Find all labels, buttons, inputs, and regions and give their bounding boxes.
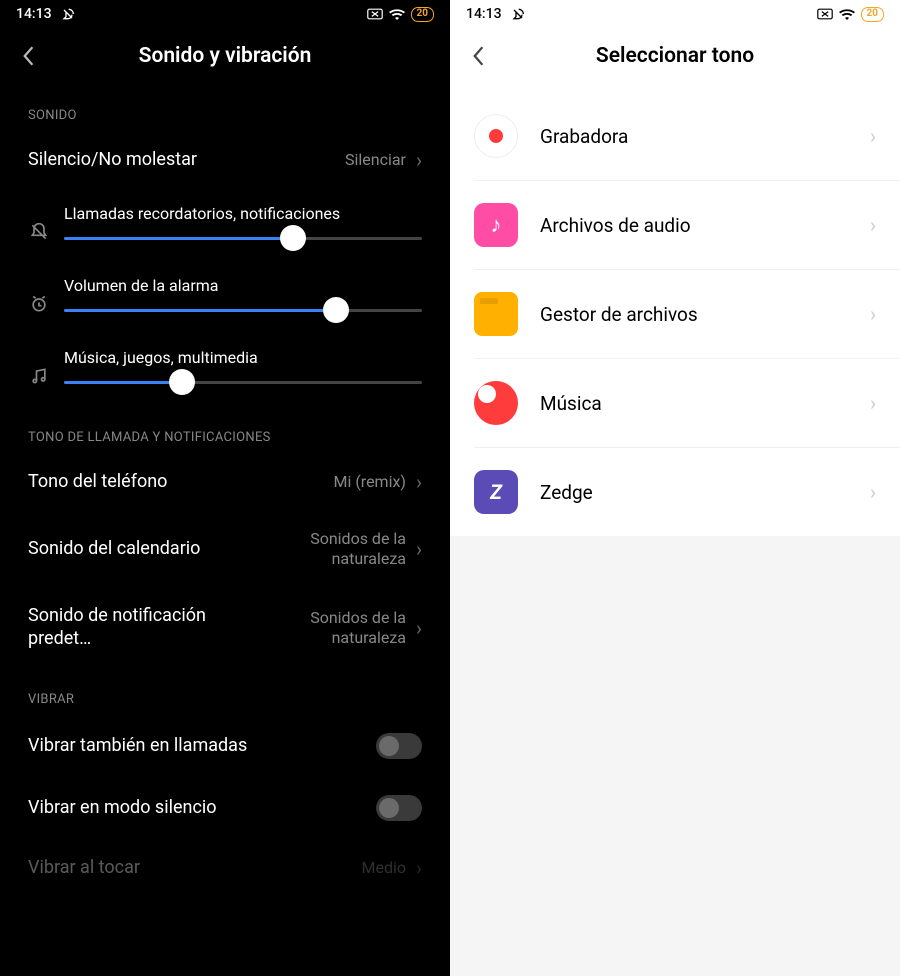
battery-indicator: 20	[861, 7, 884, 22]
chevron-right-icon: ›	[870, 304, 876, 324]
page-title: Seleccionar tono	[450, 44, 900, 68]
page-title: Sonido y vibración	[0, 44, 450, 68]
calendar-sound-label: Sonido del calendario	[28, 538, 200, 561]
vibrate-touch-value: Medio	[361, 858, 406, 878]
ringtone-value: Mi (remix)	[333, 472, 406, 492]
tone-item-label: Música	[540, 392, 848, 415]
vibrate-calls-row[interactable]: Vibrar también en llamadas	[0, 715, 450, 777]
vibrate-calls-label: Vibrar también en llamadas	[28, 735, 247, 758]
slider-media-track[interactable]	[64, 381, 422, 384]
section-ringtone: TONO DE LLAMADA Y NOTIFICACIONES	[0, 406, 450, 453]
alarm-icon	[28, 294, 50, 314]
notification-sound-value: Sonidos de la naturaleza	[276, 608, 406, 648]
slider-calls-label: Llamadas recordatorios, notificaciones	[64, 204, 422, 223]
chevron-right-icon: ›	[870, 215, 876, 235]
slider-thumb[interactable]	[169, 369, 195, 395]
tone-item-zedge[interactable]: Z Zedge ›	[474, 447, 900, 536]
vibrate-touch-row[interactable]: Vibrar al tocar Medio ›	[0, 839, 450, 880]
music-note-icon	[28, 366, 50, 386]
mute-notifications-icon	[510, 6, 526, 22]
slider-thumb[interactable]	[280, 225, 306, 251]
slider-media: Música, juegos, multimedia	[0, 334, 450, 406]
notification-sound-label: Sonido de notificación predet…	[28, 605, 248, 650]
calendar-sound-value: Sonidos de la naturaleza	[276, 529, 406, 569]
vibrate-silent-row[interactable]: Vibrar en modo silencio	[0, 777, 450, 839]
vibrate-silent-label: Vibrar en modo silencio	[28, 797, 217, 820]
select-tone-screen: 14:13 20 Seleccionar tono Grabadora ›	[450, 0, 900, 976]
slider-calls: Llamadas recordatorios, notificaciones	[0, 190, 450, 262]
zedge-icon: Z	[474, 470, 518, 514]
tone-item-file-manager[interactable]: Gestor de archivos ›	[474, 269, 900, 358]
no-sim-icon	[817, 6, 833, 22]
slider-alarm: Volumen de la alarma	[0, 262, 450, 334]
mute-notifications-icon	[60, 6, 76, 22]
status-time: 14:13	[16, 6, 52, 22]
tone-item-label: Gestor de archivos	[540, 303, 848, 326]
back-button[interactable]	[16, 44, 40, 68]
header: Sonido y vibración	[0, 28, 450, 84]
music-app-icon	[474, 381, 518, 425]
slider-calls-track[interactable]	[64, 237, 422, 240]
chevron-right-icon: ›	[416, 150, 422, 170]
sound-vibration-screen: 14:13 20 Sonido y vibración SONIDO Silen…	[0, 0, 450, 976]
status-time: 14:13	[466, 6, 502, 22]
vibrate-silent-switch[interactable]	[376, 795, 422, 821]
chevron-right-icon: ›	[870, 126, 876, 146]
silence-dnd-row[interactable]: Silencio/No molestar Silenciar ›	[0, 131, 450, 190]
back-button[interactable]	[466, 44, 490, 68]
notification-sound-row[interactable]: Sonido de notificación predet… Sonidos d…	[0, 587, 450, 668]
tone-item-label: Zedge	[540, 481, 848, 504]
bell-off-icon	[28, 222, 50, 242]
chevron-right-icon: ›	[416, 472, 422, 492]
tone-item-music[interactable]: Música ›	[474, 358, 900, 447]
ringtone-row[interactable]: Tono del teléfono Mi (remix) ›	[0, 453, 450, 512]
section-vibrate: VIBRAR	[0, 668, 450, 715]
no-sim-icon	[367, 6, 383, 22]
recorder-icon	[474, 114, 518, 158]
chevron-right-icon: ›	[416, 858, 422, 878]
chevron-right-icon: ›	[416, 539, 422, 559]
tone-item-recorder[interactable]: Grabadora ›	[450, 92, 900, 180]
calendar-sound-row[interactable]: Sonido del calendario Sonidos de la natu…	[0, 511, 450, 587]
section-sound: SONIDO	[0, 84, 450, 131]
tone-source-list: Grabadora › ♪ Archivos de audio › Gestor…	[450, 84, 900, 536]
chevron-right-icon: ›	[870, 393, 876, 413]
chevron-right-icon: ›	[416, 618, 422, 638]
slider-alarm-track[interactable]	[64, 309, 422, 312]
silence-dnd-value: Silenciar	[345, 150, 406, 170]
silence-dnd-label: Silencio/No molestar	[28, 149, 197, 172]
tone-item-audio-files[interactable]: ♪ Archivos de audio ›	[474, 180, 900, 269]
status-bar: 14:13 20	[0, 0, 450, 28]
slider-media-label: Música, juegos, multimedia	[64, 348, 422, 367]
vibrate-touch-label: Vibrar al tocar	[28, 857, 140, 880]
header: Seleccionar tono	[450, 28, 900, 84]
status-bar: 14:13 20	[450, 0, 900, 28]
vibrate-calls-switch[interactable]	[376, 733, 422, 759]
tone-item-label: Archivos de audio	[540, 214, 848, 237]
wifi-icon	[839, 6, 855, 22]
slider-thumb[interactable]	[323, 297, 349, 323]
audio-files-icon: ♪	[474, 203, 518, 247]
tone-item-label: Grabadora	[540, 125, 848, 148]
battery-indicator: 20	[411, 7, 434, 22]
file-manager-icon	[474, 292, 518, 336]
wifi-icon	[389, 6, 405, 22]
ringtone-label: Tono del teléfono	[28, 471, 167, 494]
slider-alarm-label: Volumen de la alarma	[64, 276, 422, 295]
chevron-right-icon: ›	[870, 482, 876, 502]
empty-area	[450, 536, 900, 976]
